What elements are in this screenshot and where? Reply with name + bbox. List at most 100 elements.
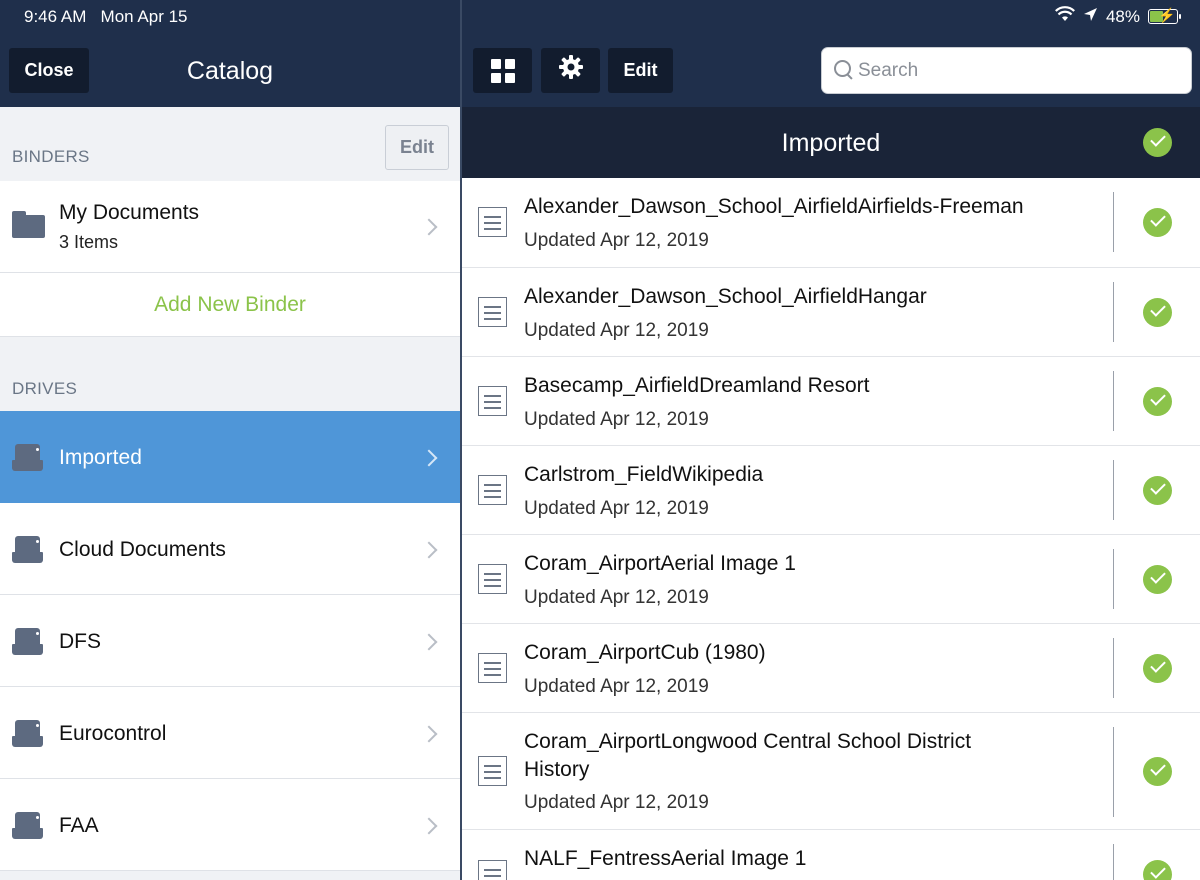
drive-label: Cloud Documents — [59, 538, 226, 561]
document-updated: Updated Apr 12, 2019 — [524, 320, 709, 341]
document-title: NALF_FentressAerial Image 1 — [524, 847, 807, 870]
synced-check-icon[interactable] — [1143, 387, 1172, 416]
grid-icon — [490, 58, 515, 83]
list-title: Imported — [781, 129, 881, 157]
split-divider[interactable] — [460, 0, 462, 880]
drive-icon — [12, 812, 43, 839]
synced-check-icon[interactable] — [1143, 298, 1172, 327]
document-title: Alexander_Dawson_School_AirfieldAirfield… — [524, 195, 1024, 218]
wifi-icon — [1054, 6, 1075, 27]
sidebar-item-dfs[interactable]: DFS — [0, 595, 460, 687]
chevron-right-icon — [420, 633, 438, 651]
document-icon — [478, 756, 507, 786]
document-icon — [478, 207, 507, 237]
synced-check-icon[interactable] — [1143, 208, 1172, 237]
edit-button[interactable]: Edit — [608, 48, 673, 93]
battery-percent: 48% — [1105, 6, 1140, 26]
synced-check-icon[interactable] — [1143, 565, 1172, 594]
sidebar-item-imported[interactable]: Imported — [0, 411, 460, 503]
drive-icon — [12, 720, 43, 747]
binders-heading: BINDERS — [12, 147, 90, 166]
document-icon — [478, 653, 507, 683]
document-title: Coram_AirportLongwood Central School Dis… — [524, 730, 972, 781]
chevron-right-icon — [420, 541, 438, 559]
document-row[interactable]: Coram_AirportLongwood Central School Dis… — [462, 713, 1200, 830]
status-bar-time: 9:46 AM Mon Apr 15 — [24, 7, 188, 27]
chevron-right-icon — [420, 449, 438, 467]
drive-label: DFS — [59, 630, 101, 653]
document-updated: Updated Apr 12, 2019 — [524, 409, 709, 430]
row-separator — [1113, 282, 1114, 342]
sidebar: BINDERS Edit My Documents 3 Items Add Ne… — [0, 107, 460, 880]
synced-check-icon[interactable] — [1143, 860, 1172, 880]
sidebar-item-cloud-documents[interactable]: Cloud Documents — [0, 503, 460, 595]
document-updated: Updated Apr 12, 2019 — [524, 498, 709, 519]
document-title: Coram_AirportAerial Image 1 — [524, 552, 796, 575]
chevron-right-icon — [420, 725, 438, 743]
row-separator — [1113, 549, 1114, 609]
close-button[interactable]: Close — [9, 48, 89, 93]
document-title: Alexander_Dawson_School_AirfieldHangar — [524, 285, 927, 308]
search-input[interactable] — [858, 59, 1168, 82]
document-title: Carlstrom_FieldWikipedia — [524, 463, 764, 486]
drive-icon — [12, 444, 43, 471]
row-separator — [1113, 727, 1114, 817]
binder-item-count: 3 Items — [59, 232, 119, 252]
drive-label: FAA — [59, 814, 99, 837]
document-row[interactable]: Coram_AirportAerial Image 1 Updated Apr … — [462, 535, 1200, 624]
drive-icon — [12, 536, 43, 563]
battery-charging-icon: ⚡ — [1148, 7, 1181, 24]
document-updated: Updated Apr 12, 2019 — [524, 676, 709, 697]
document-row[interactable]: Alexander_Dawson_School_AirfieldHangar U… — [462, 268, 1200, 357]
synced-check-icon[interactable] — [1143, 476, 1172, 505]
document-title: Basecamp_AirfieldDreamland Resort — [524, 374, 870, 397]
charging-bolt-icon: ⚡ — [1158, 7, 1176, 23]
grid-view-button[interactable] — [473, 48, 532, 93]
document-icon — [478, 475, 507, 505]
document-icon — [478, 564, 507, 594]
row-separator — [1113, 192, 1114, 252]
row-separator — [1113, 638, 1114, 698]
synced-check-icon[interactable] — [1143, 654, 1172, 683]
folder-icon — [12, 211, 45, 238]
synced-check-icon[interactable] — [1143, 757, 1172, 786]
drives-heading: DRIVES — [12, 379, 78, 398]
status-time: 9:46 AM — [24, 7, 87, 26]
binder-title: My Documents — [59, 201, 200, 224]
document-updated: Updated Apr 12, 2019 — [524, 230, 709, 251]
status-bar-indicators: 48% ⚡ — [1054, 6, 1181, 27]
document-row[interactable]: Coram_AirportCub (1980) Updated Apr 12, … — [462, 624, 1200, 713]
document-row[interactable]: NALF_FentressAerial Image 1 — [462, 830, 1200, 880]
document-updated: Updated Apr 12, 2019 — [524, 792, 709, 813]
row-separator — [1113, 844, 1114, 880]
document-title: Coram_AirportCub (1980) — [524, 641, 766, 664]
document-icon — [478, 297, 507, 327]
binder-item-my-documents[interactable]: My Documents 3 Items — [0, 181, 460, 273]
document-row[interactable]: Basecamp_AirfieldDreamland Resort Update… — [462, 357, 1200, 446]
list-header: Imported — [462, 107, 1200, 178]
row-separator — [1113, 460, 1114, 520]
sidebar-item-eurocontrol[interactable]: Eurocontrol — [0, 687, 460, 779]
drive-label: Imported — [59, 446, 142, 469]
document-icon — [478, 386, 507, 416]
search-field[interactable] — [821, 47, 1192, 94]
page-title: Catalog — [186, 57, 274, 85]
binders-edit-button[interactable]: Edit — [385, 125, 449, 170]
search-icon — [834, 59, 856, 82]
drive-label: Eurocontrol — [59, 722, 167, 745]
gear-icon — [558, 54, 584, 87]
synced-check-icon[interactable] — [1143, 128, 1172, 157]
status-date: Mon Apr 15 — [100, 7, 188, 26]
document-row[interactable]: Carlstrom_FieldWikipedia Updated Apr 12,… — [462, 446, 1200, 535]
document-updated: Updated Apr 12, 2019 — [524, 587, 709, 608]
add-binder-row[interactable]: Add New Binder — [0, 273, 460, 337]
chevron-right-icon — [420, 218, 438, 236]
document-row[interactable]: Alexander_Dawson_School_AirfieldAirfield… — [462, 178, 1200, 268]
location-arrow-icon — [1083, 7, 1098, 27]
row-separator — [1113, 371, 1114, 431]
sidebar-item-faa[interactable]: FAA — [0, 779, 460, 871]
chevron-right-icon — [420, 817, 438, 835]
settings-button[interactable] — [541, 48, 600, 93]
document-icon — [478, 860, 507, 880]
add-new-binder-button[interactable]: Add New Binder — [0, 293, 460, 317]
